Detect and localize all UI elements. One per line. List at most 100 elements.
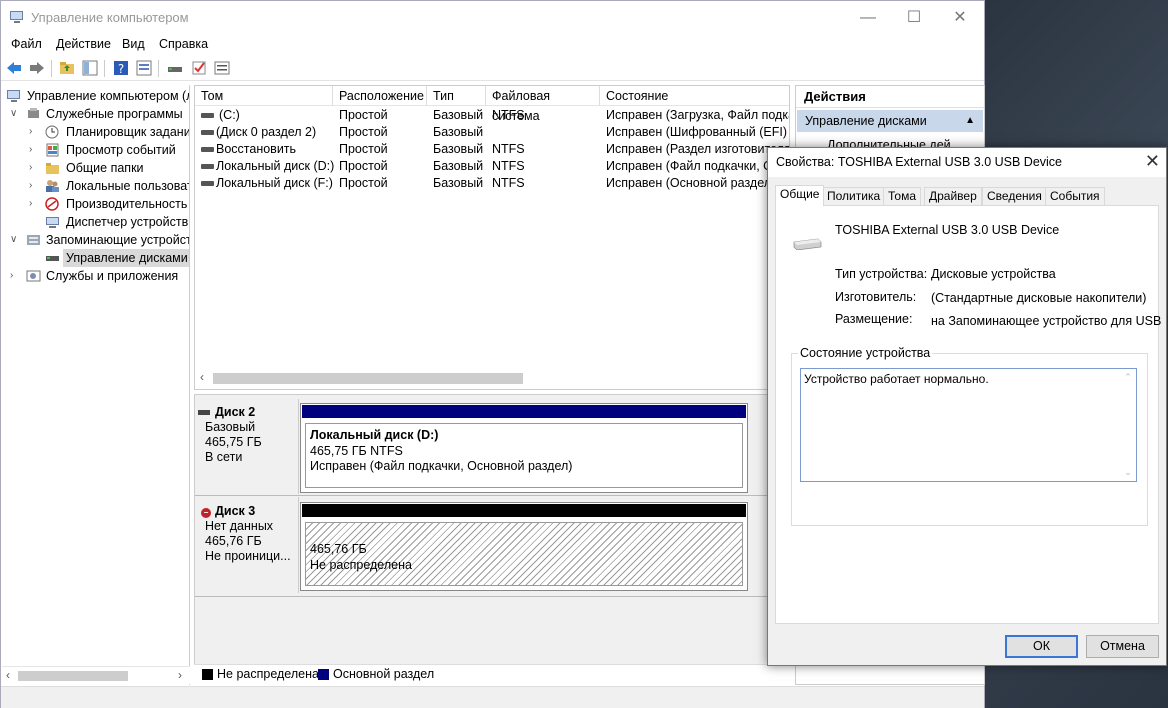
location-value: на Запоминающее устройство для USB — [931, 314, 1162, 328]
collapse-icon[interactable]: ∨ — [10, 231, 22, 249]
menu-help[interactable]: Справка — [159, 37, 208, 51]
dialog-close-icon[interactable]: ✕ — [1145, 151, 1160, 172]
expand-icon[interactable]: › — [29, 195, 41, 213]
device-type-label: Тип устройства: — [835, 267, 928, 281]
tree-sharedfolders-label: Общие папки — [66, 161, 144, 175]
column-header-filesystem[interactable]: Файловая система — [486, 86, 600, 123]
column-header-volume[interactable]: Том — [195, 86, 333, 106]
disk3-info[interactable]: − Диск 3 Нет данных 465,76 ГБ Не проиниц… — [198, 504, 298, 594]
status-scrollbar[interactable]: ⌃ ⌄ — [1121, 370, 1135, 480]
disk-icon — [201, 147, 214, 152]
console-tree-icon[interactable] — [81, 59, 99, 77]
table-row[interactable]: Локальный диск (F:) Простой Базовый NTFS… — [195, 175, 789, 192]
shared-folder-icon — [46, 163, 59, 174]
computer-management-icon — [10, 11, 23, 23]
tab-volumes[interactable]: Тома — [883, 187, 921, 205]
check-icon[interactable] — [190, 59, 208, 77]
expand-icon[interactable]: › — [29, 177, 41, 195]
partition-d[interactable]: Локальный диск (D:) 465,75 ГБ NTFS Испра… — [305, 423, 743, 488]
tree-scheduler-label: Планировщик заданий — [66, 125, 190, 139]
legend-unallocated: Не распределена — [217, 667, 319, 681]
volume-list: Том Расположение Тип Файловая система Со… — [194, 85, 790, 390]
tree-horizontal-scrollbar[interactable]: ‹ › — [2, 666, 190, 684]
scroll-down-icon[interactable]: ⌄ — [1121, 467, 1135, 478]
help-icon[interactable]: ? — [112, 59, 130, 77]
cell-filesystem: NTFS — [492, 176, 525, 190]
list-icon[interactable] — [213, 59, 231, 77]
cell-layout: Простой — [339, 142, 388, 156]
storage-icon — [27, 235, 40, 245]
tree-devicemanager-label: Диспетчер устройств — [66, 215, 189, 229]
table-row[interactable]: Восстановить Простой Базовый NTFS Исправ… — [195, 141, 789, 158]
table-row[interactable]: (Диск 0 раздел 2) Простой Базовый Исправ… — [195, 124, 789, 141]
scroll-left-icon[interactable]: ‹ — [200, 370, 204, 384]
disk-icon[interactable] — [166, 59, 184, 77]
clock-icon — [45, 125, 59, 139]
users-icon — [46, 180, 59, 192]
menu-view[interactable]: Вид — [122, 37, 145, 51]
cell-volume: Локальный диск (D:) — [216, 159, 335, 173]
cell-type: Базовый — [433, 176, 484, 190]
up-folder-icon[interactable] — [58, 59, 76, 77]
column-header-status[interactable]: Состояние — [600, 86, 789, 106]
cancel-button[interactable]: Отмена — [1086, 635, 1159, 658]
table-row[interactable]: (C:) Простой Базовый NTFS Исправен (Загр… — [195, 107, 789, 124]
cell-layout: Простой — [339, 125, 388, 139]
cell-type: Базовый — [433, 125, 484, 139]
toolbar: ? — [1, 56, 984, 81]
primary-swatch — [318, 669, 329, 680]
actions-section[interactable]: Управление дисками ▲ — [797, 110, 983, 132]
scrollbar-thumb[interactable] — [18, 671, 128, 681]
disk2-status: В сети — [205, 450, 243, 464]
tab-driver[interactable]: Драйвер — [924, 187, 982, 205]
collapse-icon[interactable]: ∨ — [10, 105, 22, 123]
unallocated-space[interactable]: 465,76 ГБ Не распределена — [305, 522, 743, 586]
expand-icon[interactable]: › — [10, 267, 22, 285]
tab-details[interactable]: Сведения — [982, 187, 1047, 205]
scroll-up-icon[interactable]: ⌃ — [1121, 372, 1135, 383]
expand-icon[interactable]: › — [29, 159, 41, 177]
divider — [195, 495, 789, 496]
cell-status: Исправен (Загрузка, Файл подкач — [606, 108, 789, 122]
close-button[interactable]: ✕ — [937, 1, 983, 34]
cell-status: Исправен (Основной раздел) — [606, 176, 776, 190]
disk-icon — [201, 164, 214, 169]
minimize-button[interactable]: — — [845, 1, 891, 34]
cell-layout: Простой — [339, 176, 388, 190]
tab-policy[interactable]: Политика — [822, 187, 886, 205]
ok-button[interactable]: ОК — [1005, 635, 1078, 658]
scrollbar-thumb[interactable] — [213, 373, 523, 384]
table-row[interactable]: Локальный диск (D:) Простой Базовый NTFS… — [195, 158, 789, 175]
forward-arrow-icon[interactable] — [28, 59, 46, 77]
menu-action[interactable]: Действие — [56, 37, 111, 51]
toolbar-separator — [158, 60, 159, 77]
maximize-button[interactable]: ☐ — [891, 1, 937, 34]
tab-events[interactable]: События — [1045, 187, 1105, 205]
properties-icon[interactable] — [135, 59, 153, 77]
partition-size: 465,75 ГБ NTFS — [310, 443, 403, 458]
menu-file[interactable]: Файл — [11, 37, 42, 51]
tools-icon — [28, 108, 39, 118]
device-status-text[interactable]: Устройство работает нормально. ⌃ ⌄ — [800, 368, 1137, 482]
disk2-header: Диск 2 — [198, 405, 298, 420]
column-header-type[interactable]: Тип — [427, 86, 486, 106]
volume-list-horizontal-scrollbar[interactable]: ‹ — [195, 369, 789, 387]
collapse-triangle-icon[interactable]: ▲ — [965, 110, 975, 132]
disk3-size: 465,76 ГБ — [205, 534, 262, 548]
column-header-layout[interactable]: Расположение — [333, 86, 427, 106]
disk2-info[interactable]: Диск 2 Базовый 465,75 ГБ В сети — [198, 405, 298, 493]
unallocated-band — [302, 504, 746, 517]
performance-icon — [45, 197, 59, 211]
scroll-right-icon[interactable]: › — [178, 668, 182, 682]
back-arrow-icon[interactable] — [5, 59, 23, 77]
expand-icon[interactable]: › — [29, 123, 41, 141]
scroll-left-icon[interactable]: ‹ — [6, 668, 10, 682]
expand-icon[interactable]: › — [29, 141, 41, 159]
tree-eventviewer-label: Просмотр событий — [66, 143, 176, 157]
device-type-value: Дисковые устройства — [931, 267, 1056, 281]
tree-root-label: Управление компьютером (л — [27, 89, 190, 103]
tab-general[interactable]: Общие — [775, 185, 825, 206]
tab-panel-general: TOSHIBA External USB 3.0 USB Device Тип … — [775, 205, 1162, 624]
divider — [298, 399, 299, 494]
